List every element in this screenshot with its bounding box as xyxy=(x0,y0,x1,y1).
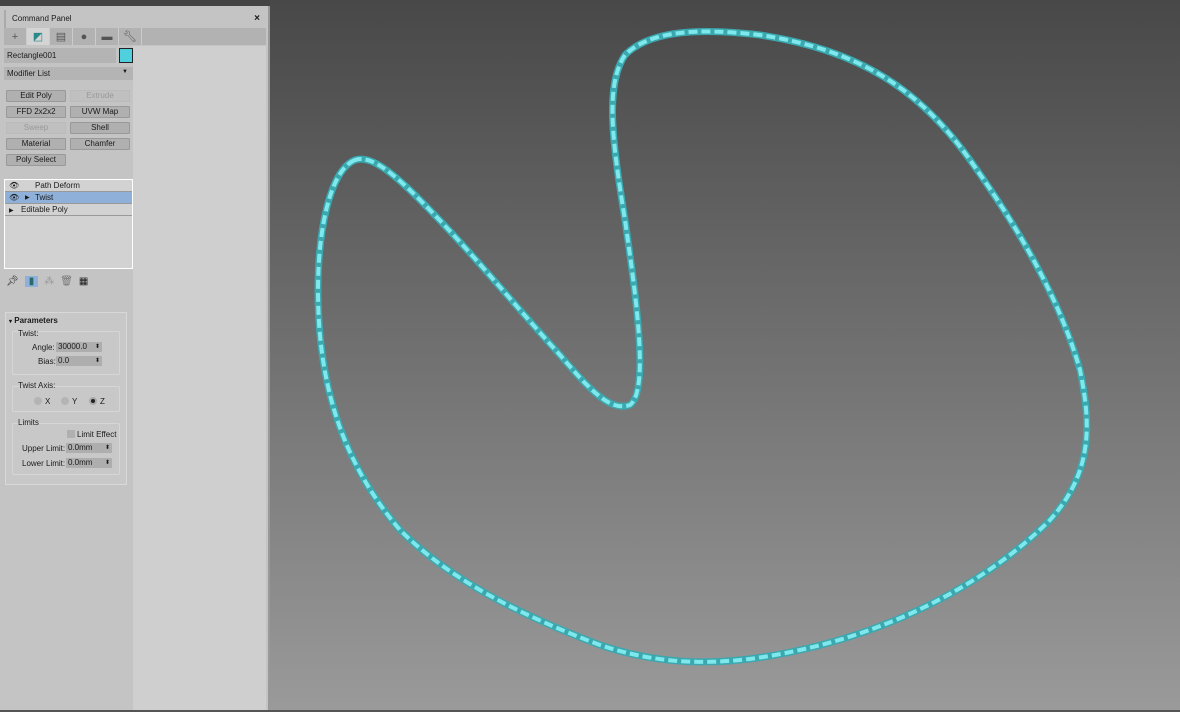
axis-y-label: Y xyxy=(72,397,78,406)
stack-item-path-deform[interactable]: 👁︎ Path Deform xyxy=(5,180,132,192)
expand-arrow-icon[interactable]: ▶ xyxy=(9,208,14,214)
bias-label: Bias: xyxy=(38,357,56,366)
lower-limit-spinner[interactable]: 0.0mm ⬍ xyxy=(66,458,112,468)
stack-toolbar: 📌︎ ▮ ⁂ 🗑︎ ▦ xyxy=(6,274,126,288)
show-end-result-icon[interactable]: ▮ xyxy=(24,275,39,287)
display-icon: ▬ xyxy=(101,30,113,43)
limit-effect-checkbox[interactable] xyxy=(67,430,75,438)
lower-limit-label: Lower Limit: xyxy=(22,459,66,468)
upper-limit-label: Upper Limit: xyxy=(22,444,66,453)
bias-value: 0.0 xyxy=(58,356,70,365)
motion-icon: ● xyxy=(80,30,88,43)
axis-y-radio[interactable] xyxy=(61,397,69,405)
upper-limit-spinner[interactable]: 0.0mm ⬍ xyxy=(66,443,112,453)
sweep-button[interactable]: Sweep xyxy=(6,122,66,134)
edit-poly-button[interactable]: Edit Poly xyxy=(6,90,66,102)
object-name-field[interactable]: Rectangle001 xyxy=(4,48,116,63)
modify-icon: ◩ xyxy=(32,31,44,43)
expand-arrow-icon[interactable]: ▶ xyxy=(25,192,30,204)
tab-hierarchy[interactable]: ▤ xyxy=(50,28,73,45)
angle-value: 30000.0 xyxy=(58,342,87,351)
eye-icon[interactable]: 👁︎ xyxy=(9,181,19,190)
stack-item-label: Path Deform xyxy=(35,181,80,190)
uvw-map-button[interactable]: UVW Map xyxy=(70,106,130,118)
pin-stack-icon[interactable]: 📌︎ xyxy=(6,276,19,287)
bias-spinner[interactable]: 0.0 ⬍ xyxy=(56,356,102,366)
tab-modify[interactable]: ◩ xyxy=(27,28,50,45)
viewport[interactable] xyxy=(270,0,1180,710)
tab-utilities[interactable]: 🔧︎ xyxy=(119,28,142,45)
command-panel: Command Panel × + ◩ ▤ ● ▬ 🔧︎ Rectangle001… xyxy=(0,6,270,710)
stack-item-editable-poly[interactable]: ▶ Editable Poly xyxy=(5,204,132,216)
trash-icon[interactable]: 🗑︎ xyxy=(60,276,73,287)
plus-icon: + xyxy=(11,30,19,43)
chamfer-button[interactable]: Chamfer xyxy=(70,138,130,150)
rollout-title: Parameters xyxy=(14,316,58,325)
stack-item-twist[interactable]: 👁︎ ▶ Twist xyxy=(5,192,132,204)
modifier-list-label: Modifier List xyxy=(7,69,51,78)
collapse-arrow-icon: ▾ xyxy=(9,319,13,325)
stack-item-label: Editable Poly xyxy=(21,205,68,214)
poly-select-button[interactable]: Poly Select xyxy=(6,154,66,166)
tab-display[interactable]: ▬ xyxy=(96,28,119,45)
wrench-icon: 🔧︎ xyxy=(123,31,137,43)
material-button[interactable]: Material xyxy=(6,138,66,150)
axis-z-radio[interactable] xyxy=(89,397,97,405)
spinner-arrows-icon[interactable]: ⬍ xyxy=(95,356,100,366)
ffd-button[interactable]: FFD 2x2x2 xyxy=(6,106,66,118)
angle-spinner[interactable]: 30000.0 ⬍ xyxy=(56,342,102,352)
axis-x-label: X xyxy=(45,397,51,406)
limits-label: Limits xyxy=(18,418,39,427)
eye-icon[interactable]: 👁︎ xyxy=(9,193,19,202)
spinner-arrows-icon[interactable]: ⬍ xyxy=(95,342,100,352)
panel-tabs: + ◩ ▤ ● ▬ 🔧︎ xyxy=(4,28,266,45)
object-color-swatch[interactable] xyxy=(119,48,133,63)
panel-title-bar: Command Panel × xyxy=(4,10,266,28)
limit-effect-label: Limit Effect xyxy=(77,430,117,439)
panel-empty-column xyxy=(133,46,266,710)
hierarchy-icon: ▤ xyxy=(55,31,67,43)
twist-group-label: Twist: xyxy=(18,329,39,338)
close-icon[interactable]: × xyxy=(254,13,260,24)
parameters-rollout: ▾ Parameters Twist: Angle: 30000.0 ⬍ Bias… xyxy=(5,312,127,485)
angle-label: Angle: xyxy=(32,343,55,352)
tab-create[interactable]: + xyxy=(4,28,27,45)
shell-button[interactable]: Shell xyxy=(70,122,130,134)
panel-title: Command Panel xyxy=(12,14,72,23)
twist-axis-label: Twist Axis: xyxy=(18,381,56,390)
make-unique-icon[interactable]: ⁂ xyxy=(44,276,54,287)
spinner-arrows-icon[interactable]: ⬍ xyxy=(105,458,110,468)
axis-x-radio[interactable] xyxy=(34,397,42,405)
spinner-arrows-icon[interactable]: ⬍ xyxy=(105,443,110,453)
lower-limit-value: 0.0mm xyxy=(68,458,93,467)
tab-motion[interactable]: ● xyxy=(73,28,96,45)
twisted-rope-object[interactable] xyxy=(270,0,1180,710)
axis-z-label: Z xyxy=(100,397,105,406)
extrude-button[interactable]: Extrude xyxy=(70,90,130,102)
chevron-down-icon: ▼ xyxy=(122,69,128,75)
modifier-stack: 👁︎ Path Deform 👁︎ ▶ Twist ▶ Editable Poly xyxy=(4,179,133,269)
configure-modifier-sets-icon[interactable]: ▦ xyxy=(79,276,88,287)
modifier-list-dropdown[interactable]: Modifier List ▼ xyxy=(4,67,133,80)
stack-item-label: Twist xyxy=(35,193,54,202)
upper-limit-value: 0.0mm xyxy=(68,443,93,452)
parameters-title[interactable]: ▾ Parameters xyxy=(9,316,58,325)
